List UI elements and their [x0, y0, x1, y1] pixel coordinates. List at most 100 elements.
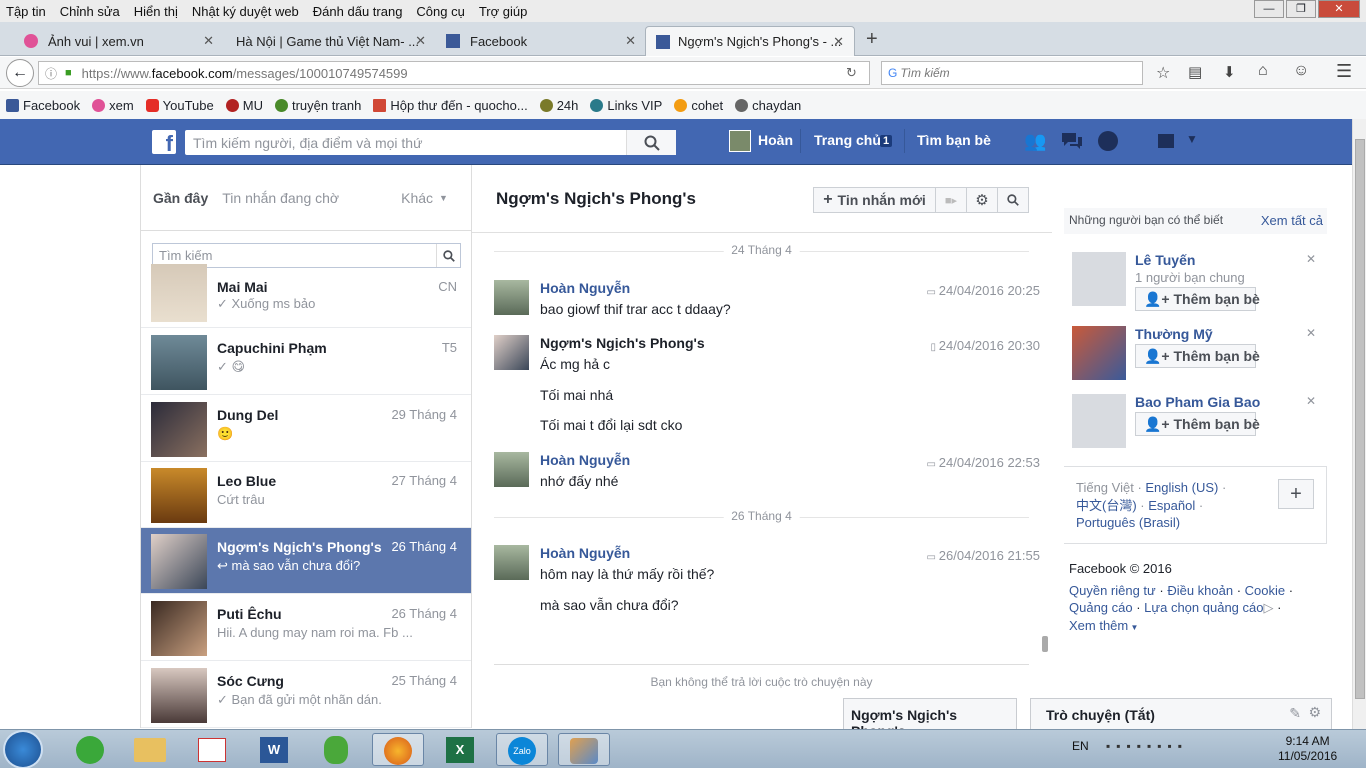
see-all-link[interactable]: Xem tất cả: [1261, 213, 1323, 228]
home-link[interactable]: Trang chủ: [814, 132, 881, 148]
thread-search-button[interactable]: [998, 188, 1028, 212]
browser-tab-game[interactable]: Hà Nội | Game thủ Việt Nam- ... ✕: [226, 26, 436, 56]
conversation-item-puti[interactable]: Puti Êchu 26 Tháng 4 Hii. A dung may nam…: [141, 595, 471, 661]
menu-tools[interactable]: Công cụ: [416, 4, 464, 19]
mutual-friends[interactable]: 1 người bạn chung: [1135, 270, 1245, 285]
zalo-icon[interactable]: Zalo: [496, 733, 548, 766]
menu-help[interactable]: Trợ giúp: [479, 4, 528, 19]
bookmark-24h[interactable]: 24h: [539, 98, 578, 113]
search-button[interactable]: [626, 130, 676, 155]
sender-avatar[interactable]: [494, 452, 529, 487]
avatar[interactable]: [1072, 252, 1126, 306]
more-languages-button[interactable]: +: [1278, 479, 1314, 509]
close-tab-icon[interactable]: ✕: [203, 33, 214, 49]
gear-icon[interactable]: ⚙: [1308, 704, 1321, 721]
bookmark-mu[interactable]: MU: [225, 98, 263, 113]
tab-pending[interactable]: Tin nhắn đang chờ: [222, 190, 339, 206]
maximize-button[interactable]: ❐: [1286, 0, 1316, 18]
account-menu-chevron-icon[interactable]: ▼: [1186, 132, 1198, 146]
messages-icon[interactable]: [1060, 131, 1084, 151]
privacy-lock-icon[interactable]: [1158, 134, 1174, 148]
new-tab-icon[interactable]: +: [866, 28, 878, 51]
friend-requests-icon[interactable]: 👥: [1024, 131, 1046, 152]
conversation-item-leo-blue[interactable]: Leo Blue 27 Tháng 4 Cứt trâu: [141, 462, 471, 528]
dismiss-icon[interactable]: ✕: [1306, 394, 1316, 408]
chat-icon[interactable]: ☺: [1293, 62, 1309, 80]
bookmark-gmail[interactable]: Hộp thư đến - quocho...: [373, 98, 528, 113]
firefox-icon[interactable]: [372, 733, 424, 766]
tab-other[interactable]: Khác: [401, 190, 433, 206]
ad-choices-link[interactable]: Lựa chọn quảng cáo: [1144, 600, 1263, 615]
profile-link[interactable]: Hoàn: [758, 132, 793, 148]
menu-edit[interactable]: Chỉnh sửa: [60, 4, 120, 19]
avatar[interactable]: [1072, 326, 1126, 380]
bookmark-chaydan[interactable]: chaydan: [735, 98, 801, 113]
ads-link[interactable]: Quảng cáo: [1069, 600, 1133, 615]
tray-icons[interactable]: ▪▪▪▪▪▪▪▪: [1106, 739, 1188, 753]
language-chinese[interactable]: 中文(台灣): [1076, 498, 1137, 513]
bookmark-facebook[interactable]: Facebook: [6, 98, 80, 113]
language-spanish[interactable]: Español: [1148, 498, 1195, 513]
add-friend-button[interactable]: 👤+ Thêm bạn bè: [1135, 412, 1260, 436]
globe-notifications-icon[interactable]: [1098, 131, 1118, 151]
privacy-link[interactable]: Quyền riêng tư: [1069, 583, 1156, 598]
home-icon[interactable]: ⌂: [1258, 62, 1268, 80]
sender-avatar[interactable]: [494, 335, 529, 370]
person-name[interactable]: Thường Mỹ: [1135, 326, 1213, 342]
settings-button[interactable]: ⚙: [967, 188, 998, 212]
avatar[interactable]: [1072, 394, 1126, 448]
conversation-item-selected[interactable]: Ngợm's Ngịch's Phong's 26 Tháng 4 ↩ mà s…: [141, 528, 471, 594]
reading-list-icon[interactable]: ▤: [1188, 63, 1202, 81]
menu-file[interactable]: Tập tin: [6, 4, 46, 19]
bookmark-cohet[interactable]: cohet: [674, 98, 723, 113]
hamburger-menu-icon[interactable]: ☰: [1336, 61, 1352, 82]
browser-search-field[interactable]: G Tìm kiếm: [881, 61, 1143, 85]
reload-icon[interactable]: ↻: [846, 65, 857, 81]
sender-name[interactable]: Hoàn Nguyễn: [540, 280, 630, 296]
sender-avatar[interactable]: [494, 280, 529, 315]
page-scrollbar[interactable]: [1352, 119, 1366, 729]
sender-name[interactable]: Hoàn Nguyễn: [540, 452, 630, 468]
chat-sidebar-tab[interactable]: Trò chuyện (Tắt) ✎ ⚙: [1030, 698, 1332, 729]
close-tab-icon[interactable]: ✕: [833, 34, 844, 50]
video-call-button[interactable]: ■▸: [936, 188, 967, 212]
sender-name[interactable]: Ngợm's Ngịch's Phong's: [540, 335, 705, 351]
new-message-button[interactable]: + Tin nhắn mới: [814, 188, 936, 212]
menu-view[interactable]: Hiển thị: [134, 4, 178, 19]
input-language[interactable]: EN: [1072, 739, 1089, 753]
bookmark-youtube[interactable]: YouTube: [145, 98, 214, 113]
language-portuguese[interactable]: Português (Brasil): [1076, 515, 1180, 530]
conversation-item-mai-mai[interactable]: Mai Mai CN ✓ Xuống ms bảo: [141, 264, 471, 328]
download-icon[interactable]: ⬇: [1223, 63, 1236, 81]
find-friends-link[interactable]: Tìm bạn bè: [917, 132, 991, 148]
system-clock[interactable]: 9:14 AM 11/05/2016: [1278, 734, 1337, 764]
facebook-logo-icon[interactable]: f: [152, 130, 176, 156]
word-icon[interactable]: W: [248, 733, 300, 766]
chat-tab-conversation[interactable]: Ngợm's Ngịch's Phong's: [843, 698, 1017, 739]
browser-tab-xem[interactable]: Ảnh vui | xem.vn ✕: [14, 26, 224, 56]
paint-icon[interactable]: [558, 733, 610, 766]
dismiss-icon[interactable]: ✕: [1306, 252, 1316, 266]
conversation-item-dung-del[interactable]: Dung Del 29 Tháng 4 🙂: [141, 396, 471, 462]
cookie-link[interactable]: Cookie: [1245, 583, 1285, 598]
dismiss-icon[interactable]: ✕: [1306, 326, 1316, 340]
compose-icon[interactable]: ✎: [1289, 705, 1301, 722]
start-button-icon[interactable]: [3, 730, 43, 768]
excel-icon[interactable]: X: [434, 733, 486, 766]
browser-tab-facebook[interactable]: Facebook ✕: [436, 26, 646, 56]
thread-scrollbar[interactable]: [1042, 636, 1048, 652]
bookmark-xem[interactable]: xem: [92, 98, 134, 113]
tab-recent[interactable]: Gần đây: [153, 190, 208, 206]
close-tab-icon[interactable]: ✕: [415, 33, 426, 49]
coccoc-icon[interactable]: [64, 733, 116, 766]
facebook-search-input[interactable]: Tìm kiếm người, địa điểm và mọi thứ: [185, 130, 676, 155]
terms-link[interactable]: Điều khoản: [1167, 583, 1233, 598]
bookmark-truyen-tranh[interactable]: truyện tranh: [274, 98, 361, 113]
sender-avatar[interactable]: [494, 545, 529, 580]
unikey-icon[interactable]: [186, 733, 238, 766]
file-explorer-icon[interactable]: [124, 733, 176, 766]
language-english[interactable]: English (US): [1145, 480, 1218, 495]
info-icon[interactable]: ⓘ: [45, 65, 57, 82]
add-friend-button[interactable]: 👤+ Thêm bạn bè: [1135, 344, 1260, 368]
add-friend-button[interactable]: 👤+ Thêm bạn bè: [1135, 287, 1260, 311]
